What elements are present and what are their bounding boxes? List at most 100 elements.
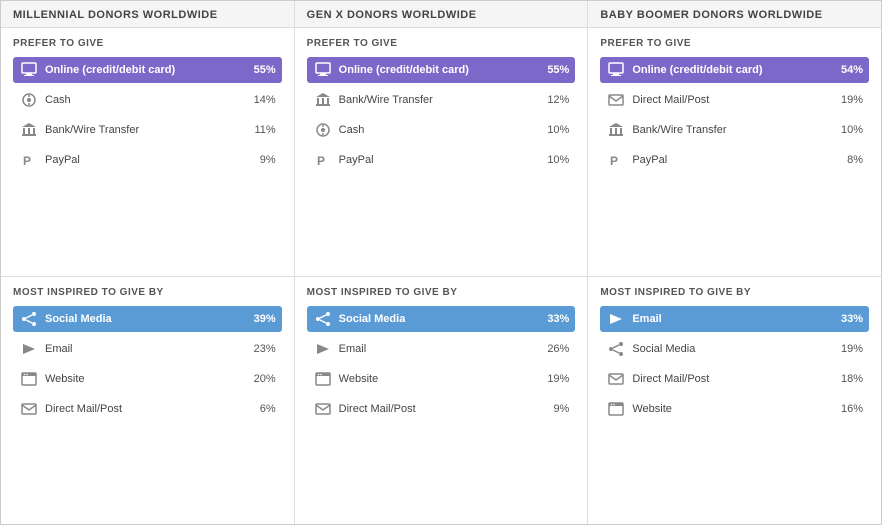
row-label: Email bbox=[45, 343, 246, 355]
row-label: Bank/Wire Transfer bbox=[632, 124, 833, 136]
row-label: Social Media bbox=[632, 343, 833, 355]
row-percent: 19% bbox=[833, 94, 863, 106]
website-icon bbox=[606, 401, 626, 417]
mail-icon bbox=[606, 371, 626, 387]
row-label: Online (credit/debit card) bbox=[632, 64, 833, 76]
row-item: Website20% bbox=[13, 366, 282, 392]
row-item: P PayPal8% bbox=[600, 147, 869, 173]
row-label: Email bbox=[632, 313, 833, 325]
mail-icon bbox=[313, 401, 333, 417]
row-percent: 10% bbox=[539, 124, 569, 136]
row-percent: 19% bbox=[539, 373, 569, 385]
section-title-boomer-0: PREFER TO GIVE bbox=[600, 38, 869, 49]
main-container: MILLENNIAL DONORS WORLDWIDE PREFER TO GIV… bbox=[0, 0, 882, 525]
row-item: Bank/Wire Transfer10% bbox=[600, 117, 869, 143]
section-boomer-inspire: MOST INSPIRED TO GIVE BY Email33% Social M… bbox=[588, 277, 881, 525]
row-label: Direct Mail/Post bbox=[632, 373, 833, 385]
row-percent: 26% bbox=[539, 343, 569, 355]
email-icon bbox=[313, 341, 333, 357]
row-item: Social Media39% bbox=[13, 306, 282, 332]
column-boomer: BABY BOOMER DONORS WORLDWIDEPREFER TO GI… bbox=[588, 1, 881, 524]
row-item: Email33% bbox=[600, 306, 869, 332]
row-item: Cash14% bbox=[13, 87, 282, 113]
row-percent: 23% bbox=[246, 343, 276, 355]
section-boomer-give: PREFER TO GIVE Online (credit/debit card)… bbox=[588, 28, 881, 277]
row-item: PPayPal9% bbox=[13, 147, 282, 173]
row-percent: 33% bbox=[539, 313, 569, 325]
section-millennial-give: PREFER TO GIVE Online (credit/debit card)… bbox=[1, 28, 294, 277]
bank-icon bbox=[19, 122, 39, 138]
row-item: Social Media33% bbox=[307, 306, 576, 332]
row-item: Direct Mail/Post18% bbox=[600, 366, 869, 392]
row-label: Website bbox=[632, 403, 833, 415]
row-percent: 10% bbox=[833, 124, 863, 136]
row-percent: 16% bbox=[833, 403, 863, 415]
row-percent: 12% bbox=[539, 94, 569, 106]
row-item: Direct Mail/Post19% bbox=[600, 87, 869, 113]
row-label: Social Media bbox=[339, 313, 540, 325]
bank-icon bbox=[313, 92, 333, 108]
row-item: Social Media19% bbox=[600, 336, 869, 362]
section-genx-inspire: MOST INSPIRED TO GIVE BYSocial Media33%E… bbox=[295, 277, 588, 525]
row-label: Cash bbox=[339, 124, 540, 136]
column-genx: GEN X DONORS WORLDWIDEPREFER TO GIVEOnli… bbox=[295, 1, 589, 524]
section-genx-give: PREFER TO GIVEOnline (credit/debit card)… bbox=[295, 28, 588, 277]
row-percent: 55% bbox=[246, 64, 276, 76]
paypal-icon: P bbox=[19, 152, 39, 168]
row-item: Direct Mail/Post9% bbox=[307, 396, 576, 422]
row-label: Bank/Wire Transfer bbox=[45, 124, 246, 136]
row-label: Online (credit/debit card) bbox=[339, 64, 540, 76]
row-percent: 20% bbox=[246, 373, 276, 385]
svg-text:P: P bbox=[317, 154, 325, 168]
row-label: Direct Mail/Post bbox=[45, 403, 246, 415]
section-title-millennial-0: PREFER TO GIVE bbox=[13, 38, 282, 49]
website-icon bbox=[313, 371, 333, 387]
row-item: Online (credit/debit card)55% bbox=[307, 57, 576, 83]
section-millennial-inspire: MOST INSPIRED TO GIVE BY Social Media39% E… bbox=[1, 277, 294, 525]
paypal-icon: P bbox=[606, 152, 626, 168]
social-icon bbox=[606, 341, 626, 357]
row-label: Bank/Wire Transfer bbox=[339, 94, 540, 106]
cash-icon bbox=[19, 92, 39, 108]
row-percent: 18% bbox=[833, 373, 863, 385]
row-item: Online (credit/debit card)54% bbox=[600, 57, 869, 83]
row-item: Website16% bbox=[600, 396, 869, 422]
row-label: Website bbox=[45, 373, 246, 385]
section-title-boomer-1: MOST INSPIRED TO GIVE BY bbox=[600, 287, 869, 298]
email-icon bbox=[606, 311, 626, 327]
row-percent: 33% bbox=[833, 313, 863, 325]
row-percent: 6% bbox=[246, 403, 276, 415]
row-item: Bank/Wire Transfer12% bbox=[307, 87, 576, 113]
row-percent: 55% bbox=[539, 64, 569, 76]
monitor-icon bbox=[19, 62, 39, 78]
row-percent: 9% bbox=[246, 154, 276, 166]
row-percent: 14% bbox=[246, 94, 276, 106]
row-label: Cash bbox=[45, 94, 246, 106]
row-label: Online (credit/debit card) bbox=[45, 64, 246, 76]
row-percent: 9% bbox=[539, 403, 569, 415]
row-label: Website bbox=[339, 373, 540, 385]
row-label: PayPal bbox=[632, 154, 833, 166]
row-percent: 39% bbox=[246, 313, 276, 325]
bank-icon bbox=[606, 122, 626, 138]
row-item: Email26% bbox=[307, 336, 576, 362]
column-header-millennial: MILLENNIAL DONORS WORLDWIDE bbox=[1, 1, 294, 28]
monitor-icon bbox=[313, 62, 333, 78]
svg-text:P: P bbox=[610, 154, 618, 168]
row-percent: 8% bbox=[833, 154, 863, 166]
row-label: PayPal bbox=[339, 154, 540, 166]
row-percent: 54% bbox=[833, 64, 863, 76]
row-item: P PayPal10% bbox=[307, 147, 576, 173]
row-percent: 10% bbox=[539, 154, 569, 166]
social-icon bbox=[19, 311, 39, 327]
monitor-icon bbox=[606, 62, 626, 78]
cash-icon bbox=[313, 122, 333, 138]
row-label: Email bbox=[339, 343, 540, 355]
website-icon bbox=[19, 371, 39, 387]
row-label: Social Media bbox=[45, 313, 246, 325]
row-label: Direct Mail/Post bbox=[339, 403, 540, 415]
row-item: Cash10% bbox=[307, 117, 576, 143]
section-title-millennial-1: MOST INSPIRED TO GIVE BY bbox=[13, 287, 282, 298]
paypal-icon: P bbox=[313, 152, 333, 168]
social-icon bbox=[313, 311, 333, 327]
